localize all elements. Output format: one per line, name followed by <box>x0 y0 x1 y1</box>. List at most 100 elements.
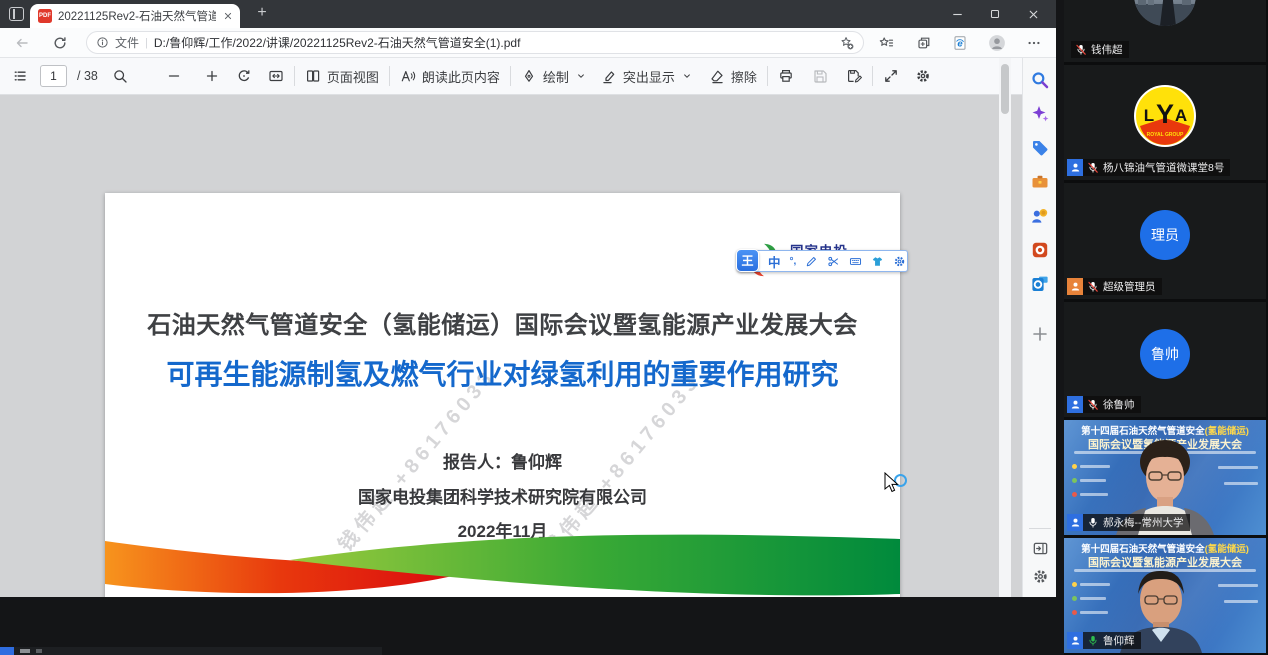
participant-tile[interactable]: 第十四届石油天然气管道安全(氢能储运) 国际会议暨氢能源产业发展大会 <box>1064 420 1266 535</box>
tab-close-icon[interactable] <box>222 10 234 22</box>
mic-on-icon <box>1087 517 1099 529</box>
ime-settings-icon[interactable] <box>893 255 906 268</box>
divider <box>872 66 873 86</box>
maximize-button[interactable] <box>976 0 1014 28</box>
erase-label: 擦除 <box>731 67 757 86</box>
divider <box>767 66 768 86</box>
sidebar-add-icon[interactable] <box>1030 324 1050 344</box>
participant-name: 超级管理员 <box>1103 279 1156 294</box>
participant-tile[interactable]: 鲁帅 徐鲁帅 <box>1064 302 1266 417</box>
save-as-icon[interactable] <box>846 68 862 84</box>
participant-initial-avatar: 理员 <box>1140 210 1190 260</box>
refresh-icon[interactable] <box>52 35 68 51</box>
page-view-icon <box>305 68 321 84</box>
erase-icon <box>709 68 725 84</box>
sidebar-tools-icon[interactable] <box>1030 172 1050 192</box>
sidebar-search-icon[interactable] <box>1030 70 1050 90</box>
participant-tile-speaking[interactable]: 第十四届石油天然气管道安全(氢能储运) 国际会议暨氢能源产业发展大会 <box>1064 538 1266 653</box>
page-number-input[interactable]: 1 <box>40 65 67 87</box>
page-view-label: 页面视图 <box>327 67 379 86</box>
add-favorite-icon[interactable] <box>839 35 854 50</box>
participant-tile[interactable]: 钱伟超 <box>1064 0 1266 62</box>
mic-muted-icon <box>1087 162 1099 174</box>
slide-presenter: 报告人：鲁仰辉 <box>105 448 900 473</box>
chevron-down-icon[interactable] <box>681 70 693 82</box>
scrollbar-thumb[interactable] <box>1001 64 1009 114</box>
participant-tile[interactable]: L Y A ROYAL GROUP 杨八锦油气管道微课堂8号 <box>1064 65 1266 180</box>
ime-toolbar[interactable]: 王 中 °, <box>737 250 908 272</box>
sidebar-panel-icon[interactable] <box>1032 540 1049 557</box>
read-aloud-button[interactable]: 朗读此页内容 <box>400 67 500 86</box>
sidebar-outlook-icon[interactable] <box>1030 274 1050 294</box>
pdf-scrollbar[interactable] <box>999 58 1011 597</box>
draw-button[interactable]: 绘制 <box>521 67 587 86</box>
pdf-settings-icon[interactable] <box>915 68 931 84</box>
url-separator: | <box>145 37 148 49</box>
browser-tab[interactable]: PDF 20221125Rev2-石油天然气管道安全 <box>30 4 240 28</box>
pdf-viewer-area: 钱伟超 +86176033 钱伟超 +86176033 国家电投 SPIC 石油… <box>0 95 1022 597</box>
ime-punctuation[interactable]: °, <box>790 256 797 267</box>
sidebar-games-icon[interactable] <box>1030 206 1050 226</box>
member-badge-icon <box>1067 514 1083 531</box>
participant-name-label: 钱伟超 <box>1071 41 1129 58</box>
url-text: D:/鲁仰辉/工作/2022/讲课/20221125Rev2-石油天然气管道安全… <box>154 34 833 51</box>
chevron-down-icon[interactable] <box>575 70 587 82</box>
erase-button[interactable]: 擦除 <box>709 67 757 86</box>
favorites-icon[interactable] <box>878 35 894 51</box>
sidebar-shopping-icon[interactable] <box>1030 138 1050 158</box>
menu-dots-icon[interactable] <box>1026 35 1042 51</box>
rotate-icon[interactable] <box>236 68 252 84</box>
lya-logo-avatar: L Y A ROYAL GROUP <box>1134 85 1196 147</box>
mic-muted-icon <box>1075 44 1087 56</box>
taskbar-sliver <box>0 647 382 655</box>
fit-width-icon[interactable] <box>268 68 284 84</box>
member-badge-icon <box>1067 159 1083 176</box>
ie-mode-icon[interactable] <box>952 35 968 51</box>
back-icon[interactable] <box>14 35 30 51</box>
profile-avatar[interactable] <box>988 34 1006 52</box>
participant-name: 杨八锦油气管道微课堂8号 <box>1103 160 1224 175</box>
ime-pen-icon[interactable] <box>805 255 818 268</box>
member-badge-icon <box>1067 632 1083 649</box>
find-icon[interactable] <box>112 68 128 84</box>
read-aloud-label: 朗读此页内容 <box>422 67 500 86</box>
address-bar[interactable]: 文件 | D:/鲁仰辉/工作/2022/讲课/20221125Rev2-石油天然… <box>86 31 864 54</box>
zoom-in-icon[interactable] <box>204 68 220 84</box>
page-total: / 38 <box>77 69 98 83</box>
slide-wave-graphic <box>105 526 900 597</box>
print-icon[interactable] <box>778 68 794 84</box>
draw-icon <box>521 68 537 84</box>
sidebar-office-icon[interactable] <box>1030 240 1050 260</box>
info-icon[interactable] <box>96 36 109 49</box>
tab-actions-icon[interactable] <box>9 7 24 21</box>
page-view-button[interactable]: 页面视图 <box>305 67 379 86</box>
toc-icon[interactable] <box>12 68 28 84</box>
edge-sidebar <box>1022 58 1056 597</box>
tab-title: 20221125Rev2-石油天然气管道安全 <box>58 8 216 24</box>
participant-tile[interactable]: 理员 超级管理员 <box>1064 183 1266 299</box>
read-aloud-icon <box>400 68 416 84</box>
ime-mode-chinese[interactable]: 中 <box>768 252 781 271</box>
zoom-out-icon[interactable] <box>166 68 182 84</box>
admin-badge-icon <box>1067 278 1083 295</box>
divider <box>294 66 295 86</box>
new-tab-button[interactable]: + <box>252 3 272 23</box>
taskbar-app-sliver <box>0 647 14 655</box>
ime-skin-icon[interactable] <box>871 255 884 268</box>
close-button[interactable] <box>1014 0 1052 28</box>
mic-muted-icon <box>1087 399 1099 411</box>
ime-scissors-icon[interactable] <box>827 255 840 268</box>
ime-keyboard-icon[interactable] <box>849 255 862 268</box>
fullscreen-icon[interactable] <box>883 68 899 84</box>
pdf-favicon: PDF <box>38 9 52 23</box>
highlight-button[interactable]: 突出显示 <box>601 67 693 86</box>
sidebar-settings-icon[interactable] <box>1032 568 1049 585</box>
collections-icon[interactable] <box>916 35 932 51</box>
minimize-button[interactable] <box>938 0 976 28</box>
draw-label: 绘制 <box>543 67 569 86</box>
ime-logo[interactable]: 王 <box>736 249 759 272</box>
participant-name-label: 杨八锦油气管道微课堂8号 <box>1067 159 1230 176</box>
slide-title: 石油天然气管道安全（氢能储运）国际会议暨氢能源产业发展大会 <box>105 305 900 340</box>
sidebar-copilot-icon[interactable] <box>1030 104 1050 124</box>
participant-name: 鲁仰辉 <box>1103 633 1135 648</box>
